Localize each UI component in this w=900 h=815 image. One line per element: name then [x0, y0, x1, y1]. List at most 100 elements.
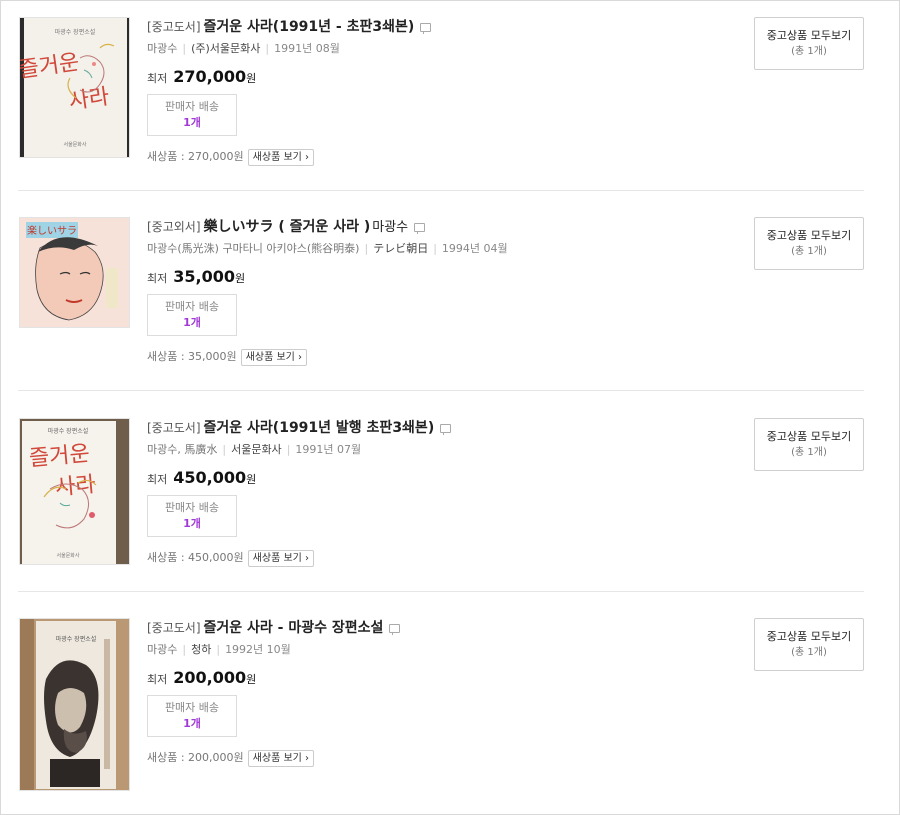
cover-top-text: 마광수 장편소설 — [55, 28, 96, 36]
view-new-product-button[interactable]: 새상품 보기 › — [247, 749, 315, 767]
price-line: 최저 450,000원 — [147, 467, 707, 489]
view-all-used-button[interactable]: 중고상품 모두보기 (총 1개) — [754, 17, 864, 70]
cover-title-b: 사라 — [54, 472, 97, 500]
divider: | — [216, 643, 221, 656]
cover-top-text: 마광수 장편소설 — [56, 635, 97, 643]
book-title-link[interactable]: 즐거운 사라 - 마광수 장편소설 — [204, 620, 384, 636]
publisher-link[interactable]: (주)서울문화사 — [191, 42, 260, 55]
view-all-used-button[interactable]: 중고상품 모두보기 (총 1개) — [754, 618, 864, 671]
view-all-used-button[interactable]: 중고상품 모두보기 (총 1개) — [754, 418, 864, 471]
lowest-price: 35,000 — [173, 267, 235, 286]
book-info: [중고외서] 樂しいサラ ( 즐거운 사라 ) 마광수 마광수(馬光洙) 구마타니 … — [147, 217, 707, 366]
view-all-used-label: 중고상품 모두보기 — [766, 229, 852, 242]
lowest-label: 최저 — [147, 473, 168, 486]
new-product-line: 새상품 : 35,000원 새상품 보기 › — [147, 348, 707, 366]
publisher-link[interactable]: 청하 — [191, 643, 211, 656]
title-line: [중고도서] 즐거운 사라(1991년 발행 초판3쇄본) — [147, 418, 707, 438]
cover-title-text: 楽しいサラ — [27, 224, 77, 237]
category-label: [중고외서] — [147, 220, 201, 234]
book-meta: 마광수 | (주)서울문화사 | 1991년 08월 — [147, 40, 707, 58]
book-cover-image[interactable]: 楽しいサラ — [19, 217, 130, 328]
author-link[interactable]: 마광수, 馬廣水 — [147, 443, 217, 456]
publish-date: 1991년 08월 — [274, 42, 340, 55]
category-label: [중고도서] — [147, 621, 201, 635]
view-new-product-button[interactable]: 새상품 보기 › — [240, 348, 308, 366]
view-all-used-button[interactable]: 중고상품 모두보기 (총 1개) — [754, 217, 864, 270]
seller-shipping-box[interactable]: 판매자 배송 1개 — [147, 695, 237, 737]
view-new-product-button[interactable]: 새상품 보기 › — [247, 549, 315, 567]
list-item: 楽しいサラ [중고외서] 樂しいサラ ( 즐거운 사라 ) 마광수 마광수(馬光洙)… — [18, 217, 864, 391]
lowest-label: 최저 — [147, 673, 168, 686]
view-all-used-label: 중고상품 모두보기 — [766, 29, 852, 42]
book-meta: 마광수, 馬廣水 | 서울문화사 | 1991년 07월 — [147, 441, 707, 459]
divider: | — [364, 242, 369, 255]
used-count: (총 1개) — [791, 246, 827, 257]
new-product-line: 새상품 : 450,000원 새상품 보기 › — [147, 549, 707, 567]
author-link[interactable]: 마광수 — [147, 643, 177, 656]
lowest-price: 270,000 — [173, 67, 247, 86]
lowest-label: 최저 — [147, 272, 168, 285]
divider: | — [433, 242, 437, 255]
price-line: 최저 35,000원 — [147, 266, 707, 288]
view-all-used-label: 중고상품 모두보기 — [766, 430, 852, 443]
book-cover-image[interactable]: 마광수 장편소설 즐거운 사라 서울문화사 — [19, 418, 130, 565]
book-subtitle[interactable]: 마광수 — [372, 220, 408, 235]
list-item: 마광수 장편소설 즐거운 사라 서울문화사 [중고도서] 즐거운 사라(1991년… — [18, 17, 864, 191]
title-line: [중고도서] 즐거운 사라(1991년 - 초판3쇄본) — [147, 17, 707, 37]
new-product-line: 새상품 : 270,000원 새상품 보기 › — [147, 148, 707, 166]
new-window-icon[interactable] — [440, 424, 452, 435]
price-line: 최저 270,000원 — [147, 66, 707, 88]
divider: | — [182, 42, 187, 55]
lowest-price: 200,000 — [173, 668, 247, 687]
book-cover-image[interactable]: 마광수 장편소설 — [19, 618, 130, 791]
book-info: [중고도서] 즐거운 사라(1991년 발행 초판3쇄본) 마광수, 馬廣水 | 서울… — [147, 418, 707, 567]
new-product-price: 새상품 : 200,000원 — [147, 751, 244, 764]
lowest-price: 450,000 — [173, 468, 247, 487]
lowest-label: 최저 — [147, 72, 168, 85]
book-cover-image[interactable]: 마광수 장편소설 즐거운 사라 서울문화사 — [19, 17, 130, 158]
seller-shipping-count: 1개 — [183, 316, 201, 329]
new-product-line: 새상품 : 200,000원 새상품 보기 › — [147, 749, 707, 767]
used-count: (총 1개) — [791, 647, 827, 658]
seller-shipping-count: 1개 — [183, 517, 201, 530]
publish-date: 1992년 10월 — [225, 643, 291, 656]
seller-shipping-count: 1개 — [183, 116, 201, 129]
cover-publisher-text: 서울문화사 — [63, 141, 86, 148]
divider: | — [286, 443, 291, 456]
won-unit: 원 — [246, 673, 257, 686]
category-label: [중고도서] — [147, 421, 201, 435]
new-window-icon[interactable] — [414, 223, 426, 234]
list-item: 마광수 장편소설 즐거운 사라 서울문화사 [중고도서] 즐거운 사라(1991년… — [18, 418, 864, 592]
book-info: [중고도서] 즐거운 사라 - 마광수 장편소설 마광수 | 청하 | 1992년 10월… — [147, 618, 707, 767]
publisher-link[interactable]: 서울문화사 — [231, 443, 282, 456]
cover-top-text: 마광수 장편소설 — [48, 427, 89, 435]
seller-shipping-box[interactable]: 판매자 배송 1개 — [147, 94, 237, 136]
divider: | — [222, 443, 227, 456]
new-window-icon[interactable] — [389, 624, 401, 635]
new-product-price: 새상품 : 270,000원 — [147, 150, 244, 163]
used-count: (총 1개) — [791, 447, 827, 458]
view-new-product-button[interactable]: 새상품 보기 › — [247, 148, 315, 166]
author-link[interactable]: 마광수(馬光洙) 구마타니 아키야스(熊谷明泰) — [147, 242, 359, 255]
divider: | — [182, 643, 187, 656]
won-unit: 원 — [246, 72, 257, 85]
new-product-price: 새상품 : 35,000원 — [147, 350, 237, 363]
seller-shipping-box[interactable]: 판매자 배송 1개 — [147, 495, 237, 537]
author-link[interactable]: 마광수 — [147, 42, 177, 55]
cover-title-a: 즐거운 — [28, 441, 91, 471]
price-line: 최저 200,000원 — [147, 667, 707, 689]
title-line: [중고도서] 즐거운 사라 - 마광수 장편소설 — [147, 618, 707, 638]
book-title-link[interactable]: 樂しいサラ ( 즐거운 사라 ) — [204, 219, 371, 235]
category-label: [중고도서] — [147, 20, 201, 34]
seller-shipping-box[interactable]: 판매자 배송 1개 — [147, 294, 237, 336]
book-title-link[interactable]: 즐거운 사라(1991년 발행 초판3쇄본) — [204, 420, 435, 436]
book-meta: 마광수 | 청하 | 1992년 10월 — [147, 641, 707, 659]
list-item: 마광수 장편소설 [중고도서] 즐거운 사라 - 마광수 장편소설 마광수 | 청하 |… — [18, 618, 864, 792]
book-title-link[interactable]: 즐거운 사라(1991년 - 초판3쇄본) — [204, 19, 415, 35]
cover-publisher-text: 서울문화사 — [56, 552, 79, 559]
new-product-price: 새상품 : 450,000원 — [147, 551, 244, 564]
new-window-icon[interactable] — [420, 23, 432, 34]
used-count: (총 1개) — [791, 46, 827, 57]
publisher-link[interactable]: テレビ朝日 — [373, 242, 428, 255]
won-unit: 원 — [246, 473, 257, 486]
